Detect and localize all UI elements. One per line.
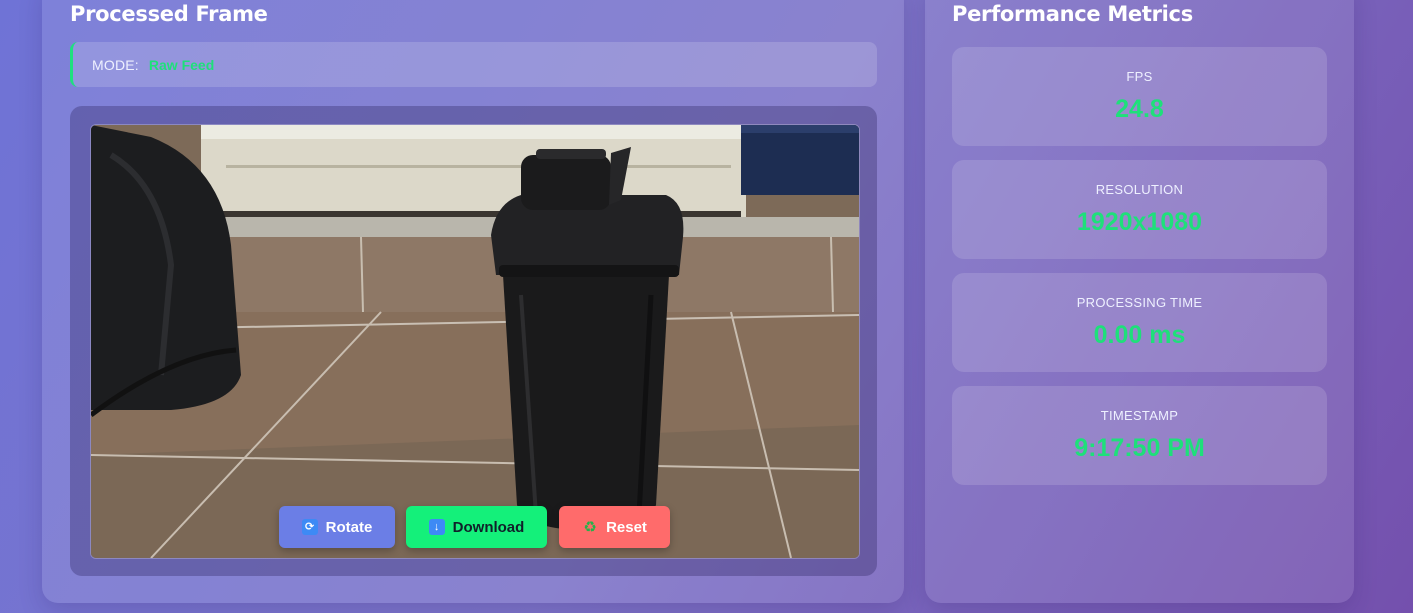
metric-card-timestamp: TIMESTAMP 9:17:50 PM <box>952 386 1327 485</box>
metric-label: RESOLUTION <box>1095 182 1184 197</box>
mode-value: Raw Feed <box>148 56 215 73</box>
download-button[interactable]: ↓ Download <box>406 506 547 548</box>
reset-button[interactable]: ♻ Reset <box>559 506 670 548</box>
metric-value: 1920x1080 <box>1076 208 1203 236</box>
reset-button-label: Reset <box>606 518 647 536</box>
metric-label: FPS <box>1126 69 1153 84</box>
performance-metrics-title: Performance Metrics <box>952 2 1193 26</box>
camera-frame-image <box>90 124 860 559</box>
recycle-icon: ♻ <box>583 518 597 536</box>
mode-indicator: MODE: Raw Feed <box>70 42 877 87</box>
down-arrow-icon: ↓ <box>428 519 445 535</box>
processed-frame-title: Processed Frame <box>70 2 268 26</box>
metric-card-processing-time: PROCESSING TIME 0.00 ms <box>952 273 1327 372</box>
mode-label: MODE: <box>92 56 139 73</box>
metric-card-fps: FPS 24.8 <box>952 47 1327 146</box>
metric-value: 24.8 <box>1115 95 1164 123</box>
download-button-label: Download <box>452 518 525 536</box>
metric-value: 0.00 ms <box>1093 321 1186 349</box>
metric-label: PROCESSING TIME <box>1076 295 1203 310</box>
rotate-button-label: Rotate <box>325 518 373 536</box>
metric-value: 9:17:50 PM <box>1074 434 1205 462</box>
metric-label: TIMESTAMP <box>1100 408 1179 423</box>
rotate-button[interactable]: ⟳ Rotate <box>279 506 395 548</box>
metric-card-resolution: RESOLUTION 1920x1080 <box>952 160 1327 259</box>
rotate-arrows-icon: ⟳ <box>301 519 318 535</box>
